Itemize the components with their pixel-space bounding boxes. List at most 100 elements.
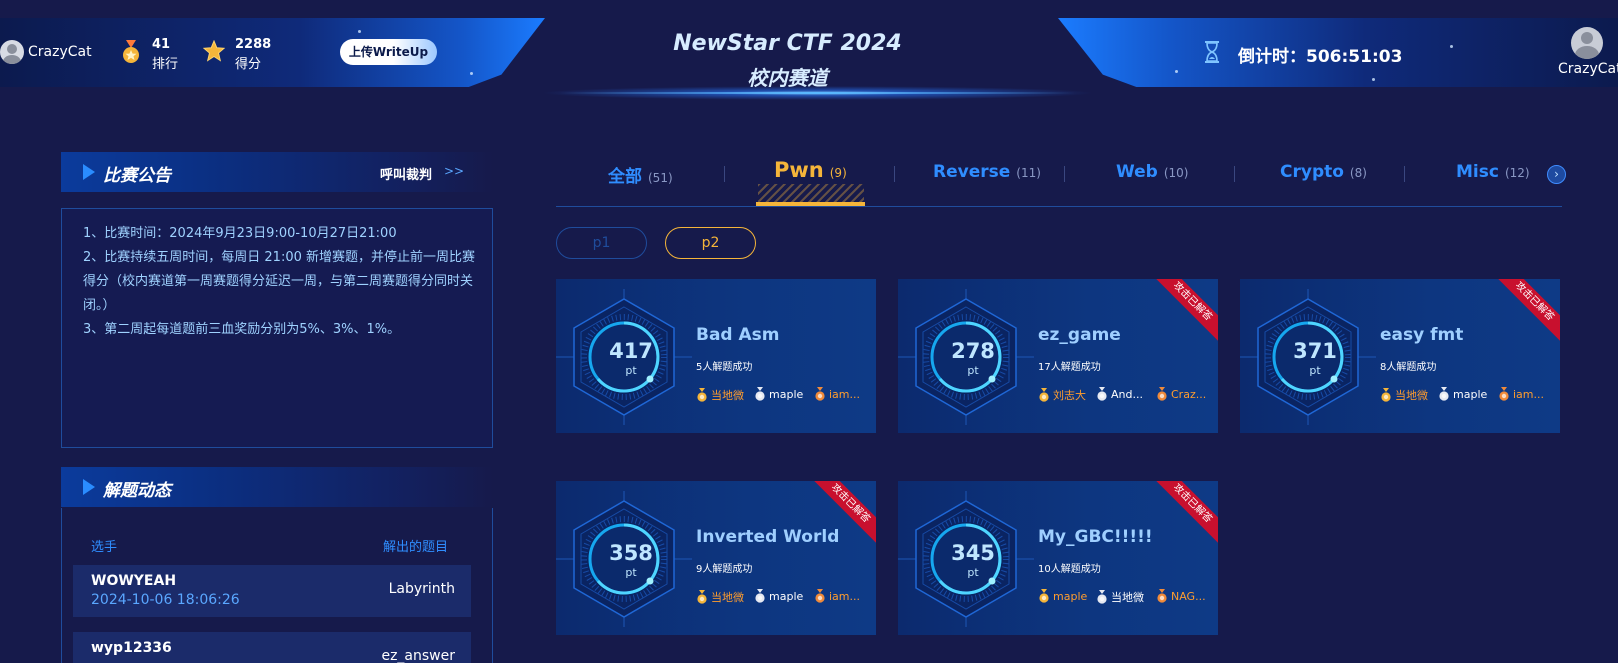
points-unit: pt — [1309, 364, 1321, 377]
username[interactable]: CrazyCat — [1558, 61, 1618, 77]
solver-name: 当地微 — [1111, 591, 1144, 604]
medal-icon — [1097, 590, 1107, 604]
solved-ribbon: 攻击已解答 — [1151, 279, 1218, 343]
chevron-right-icon[interactable]: › — [1547, 165, 1566, 184]
tab-count: (12) — [1504, 166, 1530, 180]
medal-icon — [1499, 387, 1509, 401]
divider — [894, 166, 895, 182]
blood-solver: NAG... — [1156, 589, 1206, 603]
challenge-card[interactable]: 417 pt Bad Asm 5人解题成功 当地微 maple iam... — [556, 279, 876, 433]
challenge-score: 417 — [609, 339, 653, 363]
medal-icon — [815, 589, 825, 603]
notice-item: 3、第二周起每道题前三血奖励分别为5%、3%、1%。 — [83, 322, 401, 337]
blood-solver: 当地微 — [1096, 589, 1144, 604]
challenge-card[interactable]: 371 pt easy fmt 8人解题成功 当地微 maple iam... … — [1240, 279, 1560, 433]
page-title: NewStar CTF 2024 — [673, 31, 902, 56]
challenge-card[interactable]: 358 pt Inverted World 9人解题成功 当地微 maple i… — [556, 481, 876, 635]
solver-name: maple — [1053, 590, 1088, 603]
solved-ribbon: 攻击已解答 — [1151, 481, 1218, 545]
medal-icon — [1381, 388, 1391, 402]
star-icon — [203, 40, 225, 62]
notice-content: 1、比赛时间：2024年9月23日9:00-10月27日21:00 2、比赛持续… — [61, 208, 493, 448]
tab-label: Reverse — [933, 162, 1011, 182]
tab-all[interactable]: 全部 (51) — [608, 162, 673, 187]
challenge-name: Bad Asm — [696, 325, 780, 345]
challenge-name: My_GBC!!!!! — [1038, 527, 1153, 547]
solver-name: 当地微 — [711, 389, 744, 402]
solves-panel-header: 解题动态 — [61, 467, 493, 507]
tab-web[interactable]: Web (10) — [1116, 162, 1189, 182]
tab-misc[interactable]: Misc (12) — [1456, 162, 1530, 182]
solves-title: 解题动态 — [103, 481, 171, 501]
star-decoration — [1175, 70, 1178, 73]
medal-icon — [755, 589, 765, 603]
blood-solver: 当地微 — [1380, 387, 1428, 402]
medal-icon — [123, 40, 139, 63]
solve-challenge: ez_answer — [381, 648, 455, 663]
solver-name: And... — [1111, 388, 1143, 401]
solver-name: maple — [1453, 388, 1488, 401]
points-unit: pt — [967, 566, 979, 579]
avatar[interactable] — [0, 40, 24, 64]
notice-item: 2、比赛持续五周时间，每周日 21:00 新增赛题，并停止前一周比赛得分（校内赛… — [83, 250, 475, 313]
blood-solver: iam... — [814, 387, 860, 401]
list-item[interactable]: WOWYEAH 2024-10-06 18:06:26 Labyrinth — [73, 565, 471, 617]
tab-label: Pwn — [774, 158, 824, 182]
column-header-player: 选手 — [91, 540, 118, 555]
points-unit: pt — [967, 364, 979, 377]
medal-icon — [1039, 589, 1049, 603]
divider — [724, 166, 725, 182]
challenge-card[interactable]: 345 pt My_GBC!!!!! 10人解题成功 maple 当地微 NAG… — [898, 481, 1218, 635]
username[interactable]: CrazyCat — [28, 44, 92, 60]
page-button-p2[interactable]: p2 — [665, 227, 756, 259]
solve-time: 2024-10-06 18:06:26 — [91, 592, 240, 608]
blood-solver: Craz... — [1156, 387, 1206, 401]
challenge-card[interactable]: 278 pt ez_game 17人解题成功 刘志大 And... Craz..… — [898, 279, 1218, 433]
challenge-name: Inverted World — [696, 527, 840, 547]
column-header-challenge: 解出的题目 — [383, 540, 449, 555]
notice-title: 比赛公告 — [103, 166, 171, 186]
blood-solver: 当地微 — [696, 387, 744, 402]
divider — [1234, 166, 1235, 182]
notice-item: 1、比赛时间：2024年9月23日9:00-10月27日21:00 — [83, 226, 397, 241]
solver-name: iam... — [829, 388, 861, 401]
solver-name: 当地微 — [711, 591, 744, 604]
points-unit: pt — [625, 566, 637, 579]
medal-icon — [815, 387, 825, 401]
solver-name: maple — [769, 388, 804, 401]
rank-value: 41 — [152, 37, 171, 52]
active-tab-hatch — [758, 184, 864, 202]
tab-count: (9) — [829, 166, 847, 180]
score-value: 2288 — [235, 37, 272, 52]
tab-reverse[interactable]: Reverse (11) — [933, 162, 1041, 182]
tab-crypto[interactable]: Crypto (8) — [1280, 162, 1367, 182]
call-referee-link[interactable]: 呼叫裁判 — [380, 164, 432, 183]
divider — [1064, 166, 1065, 182]
list-item[interactable]: wyp12336 ez_answer — [73, 632, 471, 663]
upload-writeup-button[interactable]: 上传WriteUp — [340, 39, 437, 65]
chevron-right-icon[interactable]: >> — [444, 164, 464, 178]
tab-count: (8) — [1349, 166, 1367, 180]
tab-label: Misc — [1456, 162, 1499, 182]
solver-name: iam... — [829, 590, 861, 603]
solver-name: maple — [769, 590, 804, 603]
medal-icon — [1097, 387, 1107, 401]
solver-name: iam... — [1513, 388, 1545, 401]
solver-name: 当地微 — [1395, 389, 1428, 402]
solver-name: Craz... — [1171, 388, 1207, 401]
blood-solver: maple — [1438, 387, 1487, 401]
solve-challenge: Labyrinth — [388, 581, 455, 597]
challenge-name: easy fmt — [1380, 325, 1464, 345]
tab-count: (10) — [1163, 166, 1189, 180]
tab-count: (51) — [648, 171, 673, 185]
active-tab-indicator — [756, 202, 865, 206]
rank-label: 排行 — [152, 57, 179, 72]
medal-icon — [1157, 589, 1167, 603]
tab-pwn[interactable]: Pwn (9) — [774, 158, 847, 182]
page-button-p1[interactable]: p1 — [556, 227, 647, 259]
challenge-name: ez_game — [1038, 325, 1121, 345]
avatar[interactable] — [1571, 27, 1603, 59]
solve-user: WOWYEAH — [91, 573, 177, 589]
tab-bar-line — [556, 206, 1562, 207]
tab-label: Web — [1116, 162, 1158, 182]
